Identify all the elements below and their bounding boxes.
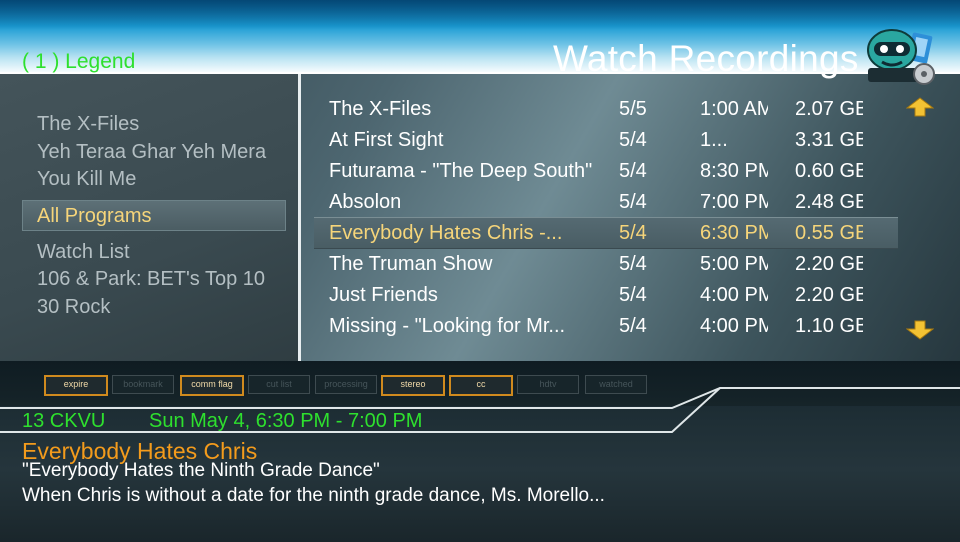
recording-title: The X-Files xyxy=(329,98,432,120)
recording-date: 5/4 xyxy=(619,222,647,244)
recording-date: 5/4 xyxy=(619,160,647,182)
recording-time: 5:00 PM xyxy=(700,253,768,275)
episode-title: "Everybody Hates the Ninth Grade Dance" xyxy=(22,460,380,481)
menu-item-yeh-teraa-ghar[interactable]: Yeh Teraa Ghar Yeh Mera xyxy=(37,141,266,164)
recording-size: 0.55 GB xyxy=(795,222,863,244)
channel-label: 13 CKVU xyxy=(22,410,106,432)
recording-time: 1... xyxy=(700,129,728,151)
episode-description: When Chris is without a date for the nin… xyxy=(22,485,605,506)
recording-date: 5/4 xyxy=(619,191,647,213)
recording-size: 1.10 GB xyxy=(795,315,863,337)
menu-item-106-and-park[interactable]: 106 & Park: BET's Top 10 xyxy=(37,268,265,291)
recording-row[interactable]: The X-Files 5/5 1:00 AM 2.07 GB xyxy=(314,94,898,124)
legend-label[interactable]: ( 1 ) Legend xyxy=(22,50,135,74)
recording-size: 2.07 GB xyxy=(795,98,863,120)
recording-title: The Truman Show xyxy=(329,253,493,275)
recording-title: Just Friends xyxy=(329,284,438,306)
flag-bookmark: bookmark xyxy=(112,375,174,394)
recording-time: 7:00 PM xyxy=(700,191,768,213)
recording-title: Absolon xyxy=(329,191,402,213)
flag-comm-flag: comm flag xyxy=(180,375,244,396)
flag-processing: processing xyxy=(315,375,377,394)
recording-row[interactable]: At First Sight 5/4 1... 3.31 GB xyxy=(314,125,898,155)
recording-time: 1:00 AM xyxy=(700,98,768,120)
menu-item-you-kill-me[interactable]: You Kill Me xyxy=(37,168,136,191)
recording-size: 2.48 GB xyxy=(795,191,863,213)
recording-size: 2.20 GB xyxy=(795,253,863,275)
airtime-label: Sun May 4, 6:30 PM - 7:00 PM xyxy=(149,410,423,432)
panel-divider xyxy=(298,74,301,362)
menu-item-x-files[interactable]: The X-Files xyxy=(37,113,139,136)
scroll-up-arrow-icon[interactable] xyxy=(906,97,934,117)
flag-expire: expire xyxy=(44,375,108,396)
recording-date: 5/5 xyxy=(619,98,647,120)
flag-hdtv: hdtv xyxy=(517,375,579,394)
menu-item-30-rock[interactable]: 30 Rock xyxy=(37,296,110,319)
recording-time: 6:30 PM xyxy=(700,222,768,244)
recording-size: 2.20 GB xyxy=(795,284,863,306)
recording-row[interactable]: Futurama - "The Deep South" 5/4 8:30 PM … xyxy=(314,156,898,186)
flag-cc: cc xyxy=(449,375,513,396)
recording-title: Futurama - "The Deep South" xyxy=(329,160,593,182)
recording-date: 5/4 xyxy=(619,284,647,306)
recording-row[interactable]: Absolon 5/4 7:00 PM 2.48 GB xyxy=(314,187,898,217)
recording-row[interactable]: Missing - "Looking for Mr... 5/4 4:00 PM… xyxy=(314,311,898,341)
recording-title: At First Sight xyxy=(329,129,444,151)
flag-watched: watched xyxy=(585,375,647,394)
flag-stereo: stereo xyxy=(381,375,445,396)
recording-date: 5/4 xyxy=(619,253,647,275)
page-title: Watch Recordings xyxy=(553,38,859,79)
recording-title: Everybody Hates Chris -... xyxy=(329,222,563,244)
recording-date: 5/4 xyxy=(619,129,647,151)
recording-time: 8:30 PM xyxy=(700,160,768,182)
recording-row-selected[interactable]: Everybody Hates Chris -... 5/4 6:30 PM 0… xyxy=(314,217,898,249)
flag-cut-list: cut list xyxy=(248,375,310,394)
recording-time: 4:00 PM xyxy=(700,284,768,306)
menu-item-all-programs[interactable]: All Programs xyxy=(37,205,151,228)
recording-time: 4:00 PM xyxy=(700,315,768,337)
menu-item-watch-list[interactable]: Watch List xyxy=(37,241,130,264)
recording-row[interactable]: Just Friends 5/4 4:00 PM 2.20 GB xyxy=(314,280,898,310)
recording-size: 3.31 GB xyxy=(795,129,863,151)
recording-date: 5/4 xyxy=(619,315,647,337)
scroll-down-arrow-icon[interactable] xyxy=(906,320,934,340)
recording-title: Missing - "Looking for Mr... xyxy=(329,315,566,337)
recording-row[interactable]: The Truman Show 5/4 5:00 PM 2.20 GB xyxy=(314,249,898,279)
robot-mascot-icon xyxy=(867,29,935,85)
recording-size: 0.60 GB xyxy=(795,160,863,182)
